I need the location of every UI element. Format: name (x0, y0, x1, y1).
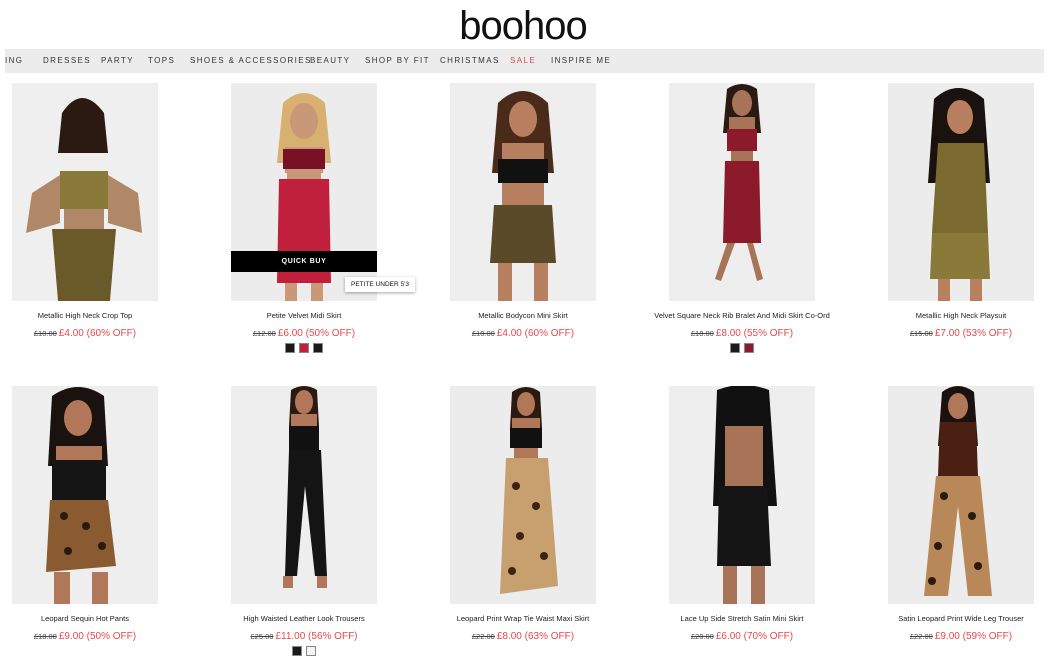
original-price: £25.00 (250, 632, 274, 641)
product-image[interactable] (888, 386, 1034, 604)
nav-item-beauty[interactable]: BEAUTY (310, 49, 350, 73)
quick-buy-button[interactable]: QUICK BUY (231, 251, 377, 272)
price-row: £22.00 £8.00 (63% OFF) (410, 631, 636, 642)
swatch-black[interactable] (730, 343, 740, 353)
product-image[interactable] (12, 386, 158, 604)
model-photo (928, 88, 990, 301)
boohoo-logo[interactable]: boohoo (0, 4, 1046, 48)
price-row: £12.00 £6.00 (50% OFF) (191, 328, 417, 339)
swatch-burgundy[interactable] (744, 343, 754, 353)
original-price: £22.00 (471, 632, 495, 641)
nav-item-shop-by-fit[interactable]: SHOP BY FIT (365, 49, 430, 73)
color-swatches (231, 343, 377, 353)
swatch-black[interactable] (313, 343, 323, 353)
product-image[interactable]: QUICK BUY (231, 83, 377, 301)
swatch-white[interactable] (306, 646, 316, 656)
nav-item-party[interactable]: PARTY (101, 49, 134, 73)
model-photo (283, 386, 327, 588)
nav-item-christmas[interactable]: CHRISTMAS (440, 49, 500, 73)
sale-price: £8.00 (63% OFF) (496, 631, 575, 642)
model-photo (46, 387, 116, 604)
original-price: £18.00 (33, 632, 57, 641)
nav-item-inspire-me[interactable]: INSPIRE ME (551, 49, 611, 73)
original-price: £20.00 (690, 632, 714, 641)
original-price: £18.00 (690, 329, 714, 338)
model-photo (713, 386, 777, 604)
sale-price: £7.00 (53% OFF) (934, 328, 1013, 339)
nav-item-shoes-accessories[interactable]: SHOES & ACCESSORIES (190, 49, 312, 73)
nav-item-sale[interactable]: SALE (510, 49, 536, 73)
color-swatches (231, 646, 377, 656)
product-name[interactable]: Metallic High Neck Playsuit (848, 311, 1046, 320)
color-swatches (669, 343, 815, 353)
product-name[interactable]: Velvet Square Neck Rib Bralet And Midi S… (629, 311, 855, 320)
model-photo (490, 91, 556, 301)
product-image[interactable] (669, 386, 815, 604)
model-photo (715, 84, 763, 281)
product-name[interactable]: Metallic High Neck Crop Top (0, 311, 198, 320)
product-name[interactable]: Satin Leopard Print Wide Leg Trouser (848, 614, 1046, 623)
main-nav: ING DRESSES PARTY TOPS SHOES & ACCESSORI… (5, 49, 1044, 73)
price-row: £22.00 £9.00 (59% OFF) (848, 631, 1046, 642)
sale-price: £9.00 (50% OFF) (58, 631, 137, 642)
model-photo (26, 98, 142, 301)
price-row: £20.00 £6.00 (70% OFF) (629, 631, 855, 642)
swatch-black[interactable] (285, 343, 295, 353)
model-photo (500, 387, 558, 594)
sale-price: £11.00 (56% OFF) (275, 631, 358, 642)
sale-price: £9.00 (59% OFF) (934, 631, 1013, 642)
sale-price: £8.00 (55% OFF) (715, 328, 794, 339)
product-name[interactable]: Petite Velvet Midi Skirt (191, 311, 417, 320)
price-row: £25.00 £11.00 (56% OFF) (191, 631, 417, 642)
original-price: £12.00 (252, 329, 276, 338)
sale-price: £4.00 (60% OFF) (58, 328, 137, 339)
sale-price: £6.00 (50% OFF) (277, 328, 356, 339)
product-name[interactable]: Metallic Bodycon Mini Skirt (410, 311, 636, 320)
product-image[interactable] (450, 83, 596, 301)
model-photo (924, 386, 992, 596)
petite-badge: PETITE UNDER 5'3 (345, 277, 415, 292)
price-row: £15.00 £7.00 (53% OFF) (848, 328, 1046, 339)
sale-price: £6.00 (70% OFF) (715, 631, 794, 642)
nav-item-dresses[interactable]: DRESSES (43, 49, 91, 73)
product-image[interactable] (888, 83, 1034, 301)
product-image[interactable] (669, 83, 815, 301)
nav-item-clothing[interactable]: ING (5, 49, 23, 73)
product-name[interactable]: High Waisted Leather Look Trousers (191, 614, 417, 623)
nav-item-tops[interactable]: TOPS (148, 49, 175, 73)
product-image[interactable] (450, 386, 596, 604)
price-row: £10.00 £4.00 (60% OFF) (0, 328, 198, 339)
price-row: £10.00 £4.00 (60% OFF) (410, 328, 636, 339)
swatch-red[interactable] (299, 343, 309, 353)
swatch-black[interactable] (292, 646, 302, 656)
price-row: £18.00 £8.00 (55% OFF) (629, 328, 855, 339)
product-image[interactable] (12, 83, 158, 301)
original-price: £15.00 (909, 329, 933, 338)
sale-price: £4.00 (60% OFF) (496, 328, 575, 339)
product-name[interactable]: Leopard Sequin Hot Pants (0, 614, 198, 623)
product-name[interactable]: Leopard Print Wrap Tie Waist Maxi Skirt (410, 614, 636, 623)
original-price: £22.00 (909, 632, 933, 641)
price-row: £18.00 £9.00 (50% OFF) (0, 631, 198, 642)
original-price: £10.00 (33, 329, 57, 338)
original-price: £10.00 (471, 329, 495, 338)
product-image[interactable] (231, 386, 377, 604)
product-name[interactable]: Lace Up Side Stretch Satin Mini Skirt (629, 614, 855, 623)
